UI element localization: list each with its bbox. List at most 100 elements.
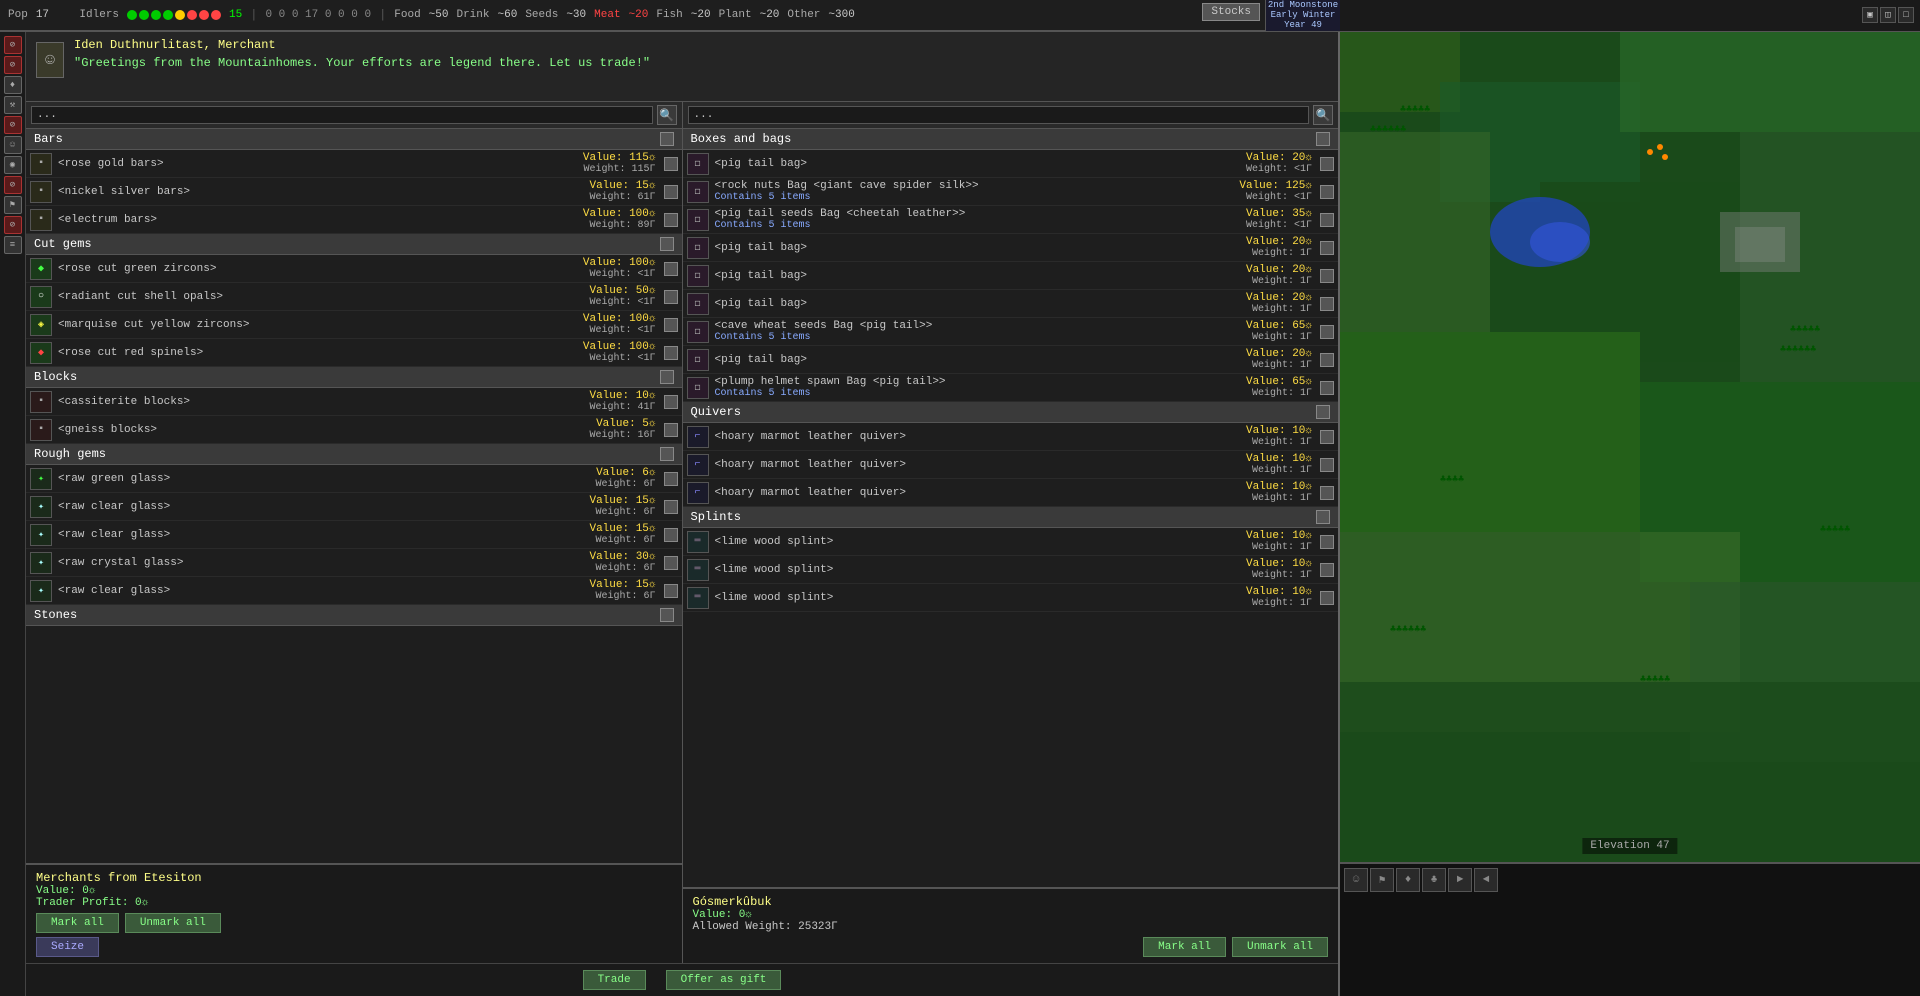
- right-item-list[interactable]: Boxes and bags ◻ <pig tail bag> Value: 2…: [683, 129, 1339, 887]
- item-splint-3[interactable]: ═ <lime wood splint> Value: 10☼ Weight: …: [683, 584, 1339, 612]
- category-rough-gems-checkbox[interactable]: [660, 447, 674, 461]
- side-icon-5[interactable]: ⊘: [4, 116, 22, 134]
- item-rcheckbox-3[interactable]: [1320, 213, 1334, 227]
- fish-label: Fish: [656, 9, 682, 21]
- map-bottom-icon-1[interactable]: ☺: [1344, 868, 1368, 892]
- category-splints-checkbox[interactable]: [1316, 510, 1330, 524]
- left-item-list[interactable]: Bars ▪ <rose gold bars> Value: 115☼ Weig…: [26, 129, 682, 863]
- category-quivers-checkbox[interactable]: [1316, 405, 1330, 419]
- side-icon-1[interactable]: ⊘: [4, 36, 22, 54]
- map-bottom-icon-5[interactable]: ►: [1448, 868, 1472, 892]
- item-pig-tail-bag-1[interactable]: ◻ <pig tail bag> Value: 20☼ Weight: <1Γ: [683, 150, 1339, 178]
- item-rcheckbox-2[interactable]: [1320, 185, 1334, 199]
- left-search-icon[interactable]: 🔍: [657, 105, 677, 125]
- item-checkbox-4[interactable]: [664, 262, 678, 276]
- item-rcheckbox-s1[interactable]: [1320, 535, 1334, 549]
- item-checkbox-5[interactable]: [664, 290, 678, 304]
- side-icon-10[interactable]: ⊘: [4, 216, 22, 234]
- item-pig-tail-seeds-bag[interactable]: ◻ <pig tail seeds Bag <cheetah leather>>…: [683, 206, 1339, 234]
- item-quiver-1[interactable]: ⌐ <hoary marmot leather quiver> Value: 1…: [683, 423, 1339, 451]
- item-rcheckbox-q3[interactable]: [1320, 486, 1334, 500]
- item-rcheckbox-s2[interactable]: [1320, 563, 1334, 577]
- item-quiver-2[interactable]: ⌐ <hoary marmot leather quiver> Value: 1…: [683, 451, 1339, 479]
- item-checkbox-7[interactable]: [664, 346, 678, 360]
- map-bottom-icon-2[interactable]: ⚑: [1370, 868, 1394, 892]
- item-rcheckbox-1[interactable]: [1320, 157, 1334, 171]
- bag-icon-1: ◻: [687, 153, 709, 175]
- item-rcheckbox-s3[interactable]: [1320, 591, 1334, 605]
- item-pig-tail-bag-2[interactable]: ◻ <pig tail bag> Value: 20☼ Weight: 1Γ: [683, 234, 1339, 262]
- item-rose-gold-bars[interactable]: ▪ <rose gold bars> Value: 115☼ Weight: 1…: [26, 150, 682, 178]
- item-quiver-3[interactable]: ⌐ <hoary marmot leather quiver> Value: 1…: [683, 479, 1339, 507]
- item-splint-2[interactable]: ═ <lime wood splint> Value: 10☼ Weight: …: [683, 556, 1339, 584]
- side-icon-2[interactable]: ⊘: [4, 56, 22, 74]
- item-rcheckbox-9[interactable]: [1320, 381, 1334, 395]
- item-shell-opals[interactable]: ○ <radiant cut shell opals> Value: 50☼ W…: [26, 283, 682, 311]
- item-green-zircons[interactable]: ◆ <rose cut green zircons> Value: 100☼ W…: [26, 255, 682, 283]
- left-unmark-all-button[interactable]: Unmark all: [125, 913, 221, 933]
- category-boxes-bags-checkbox[interactable]: [1316, 132, 1330, 146]
- right-unmark-all-button[interactable]: Unmark all: [1232, 937, 1328, 957]
- item-nickel-silver-bars[interactable]: ▪ <nickel silver bars> Value: 15☼ Weight…: [26, 178, 682, 206]
- side-icon-8[interactable]: ⊘: [4, 176, 22, 194]
- map-viewport[interactable]: ♣♣♣♣♣ ♣♣♣♣♣♣ ♣♣♣♣♣ ♣♣♣♣♣♣ ♣♣♣♣ ♣♣♣♣♣ ♣♣♣…: [1340, 32, 1920, 862]
- item-checkbox-9[interactable]: [664, 423, 678, 437]
- item-rcheckbox-6[interactable]: [1320, 297, 1334, 311]
- item-cave-wheat-bag[interactable]: ◻ <cave wheat seeds Bag <pig tail>> Cont…: [683, 318, 1339, 346]
- item-raw-clear-glass-1[interactable]: ✦ <raw clear glass> Value: 15☼ Weight: 6…: [26, 493, 682, 521]
- item-yellow-zircons[interactable]: ◈ <marquise cut yellow zircons> Value: 1…: [26, 311, 682, 339]
- category-stones-checkbox[interactable]: [660, 608, 674, 622]
- item-plump-helmet-bag[interactable]: ◻ <plump helmet spawn Bag <pig tail>> Co…: [683, 374, 1339, 402]
- right-search-icon[interactable]: 🔍: [1313, 105, 1333, 125]
- item-electrum-bars[interactable]: ▪ <electrum bars> Value: 100☼ Weight: 89…: [26, 206, 682, 234]
- trade-button[interactable]: Trade: [583, 970, 646, 990]
- item-checkbox-13[interactable]: [664, 556, 678, 570]
- item-checkbox-6[interactable]: [664, 318, 678, 332]
- item-checkbox-10[interactable]: [664, 472, 678, 486]
- side-icon-9[interactable]: ⚑: [4, 196, 22, 214]
- map-bottom-icon-3[interactable]: ♦: [1396, 868, 1420, 892]
- item-red-spinels[interactable]: ◆ <rose cut red spinels> Value: 100☼ Wei…: [26, 339, 682, 367]
- item-raw-clear-glass-2[interactable]: ✦ <raw clear glass> Value: 15☼ Weight: 6…: [26, 521, 682, 549]
- item-rcheckbox-8[interactable]: [1320, 353, 1334, 367]
- right-mark-all-button[interactable]: Mark all: [1143, 937, 1226, 957]
- map-bottom-icon-6[interactable]: ◄: [1474, 868, 1498, 892]
- item-pig-tail-bag-5[interactable]: ◻ <pig tail bag> Value: 20☼ Weight: 1Γ: [683, 346, 1339, 374]
- right-search-input[interactable]: [688, 106, 1310, 124]
- item-checkbox-14[interactable]: [664, 584, 678, 598]
- side-icon-7[interactable]: ◉: [4, 156, 22, 174]
- item-checkbox-2[interactable]: [664, 185, 678, 199]
- offer-gift-button[interactable]: Offer as gift: [666, 970, 782, 990]
- item-checkbox-12[interactable]: [664, 528, 678, 542]
- stocks-button[interactable]: Stocks: [1202, 3, 1260, 21]
- item-rcheckbox-q1[interactable]: [1320, 430, 1334, 444]
- left-search-input[interactable]: [31, 106, 653, 124]
- item-checkbox-1[interactable]: [664, 157, 678, 171]
- category-blocks-checkbox[interactable]: [660, 370, 674, 384]
- item-rcheckbox-4[interactable]: [1320, 241, 1334, 255]
- item-pig-tail-bag-4[interactable]: ◻ <pig tail bag> Value: 20☼ Weight: 1Γ: [683, 290, 1339, 318]
- item-rcheckbox-q2[interactable]: [1320, 458, 1334, 472]
- item-raw-crystal-glass[interactable]: ✦ <raw crystal glass> Value: 30☼ Weight:…: [26, 549, 682, 577]
- side-icon-11[interactable]: ≡: [4, 236, 22, 254]
- item-raw-clear-glass-3[interactable]: ✦ <raw clear glass> Value: 15☼ Weight: 6…: [26, 577, 682, 605]
- item-rock-nuts-bag[interactable]: ◻ <rock nuts Bag <giant cave spider silk…: [683, 178, 1339, 206]
- seize-button[interactable]: Seize: [36, 937, 99, 957]
- item-rcheckbox-5[interactable]: [1320, 269, 1334, 283]
- side-icon-6[interactable]: ☺: [4, 136, 22, 154]
- category-bars-checkbox[interactable]: [660, 132, 674, 146]
- item-pig-tail-bag-3[interactable]: ◻ <pig tail bag> Value: 20☼ Weight: 1Γ: [683, 262, 1339, 290]
- map-bottom-icon-4[interactable]: ♣: [1422, 868, 1446, 892]
- side-icon-3[interactable]: ♦: [4, 76, 22, 94]
- item-raw-green-glass[interactable]: ✦ <raw green glass> Value: 6☼ Weight: 6Γ: [26, 465, 682, 493]
- item-checkbox-8[interactable]: [664, 395, 678, 409]
- item-checkbox-11[interactable]: [664, 500, 678, 514]
- side-icon-4[interactable]: ⚒: [4, 96, 22, 114]
- left-mark-all-button[interactable]: Mark all: [36, 913, 119, 933]
- item-gneiss-blocks[interactable]: ▪ <gneiss blocks> Value: 5☼ Weight: 16Γ: [26, 416, 682, 444]
- item-checkbox-3[interactable]: [664, 213, 678, 227]
- item-cassiterite-blocks[interactable]: ▪ <cassiterite blocks> Value: 10☼ Weight…: [26, 388, 682, 416]
- item-splint-1[interactable]: ═ <lime wood splint> Value: 10☼ Weight: …: [683, 528, 1339, 556]
- category-cut-gems-checkbox[interactable]: [660, 237, 674, 251]
- item-rcheckbox-7[interactable]: [1320, 325, 1334, 339]
